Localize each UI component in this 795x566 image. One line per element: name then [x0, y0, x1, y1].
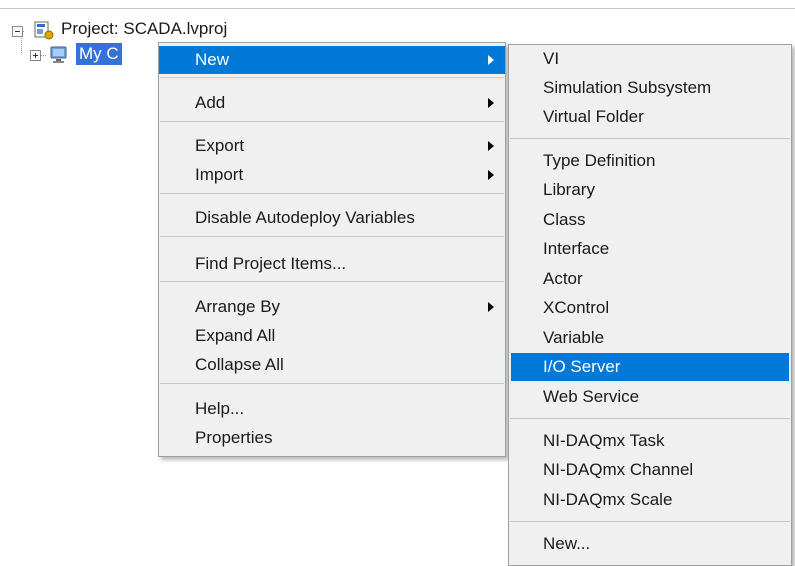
- menu-item-label: I/O Server: [543, 357, 621, 376]
- menu-item-new[interactable]: New: [159, 46, 505, 74]
- window-top-border: [0, 8, 795, 9]
- project-label[interactable]: Project: SCADA.lvproj: [61, 19, 227, 39]
- menu-item-label: Find Project Items...: [195, 254, 347, 273]
- menu-item-label: VI: [543, 49, 560, 68]
- menu-item-label: Web Service: [543, 387, 640, 406]
- menu-item-label: Import: [195, 165, 244, 184]
- submenu-item-type-definition[interactable]: Type Definition: [509, 147, 791, 175]
- submenu-arrow-icon: [488, 98, 494, 108]
- menu-separator: [160, 383, 504, 384]
- menu-item-disable-autodeploy[interactable]: Disable Autodeploy Variables: [159, 204, 505, 232]
- submenu-item-variable[interactable]: Variable: [509, 324, 791, 352]
- submenu-item-daqmx-channel[interactable]: NI-DAQmx Channel: [509, 456, 791, 484]
- menu-item-label: XControl: [543, 298, 610, 317]
- menu-item-label: Actor: [543, 269, 583, 288]
- expand-icon[interactable]: [30, 50, 41, 61]
- menu-item-label: NI-DAQmx Channel: [543, 460, 694, 479]
- project-icon: [34, 21, 54, 40]
- submenu-item-new-dialog[interactable]: New...: [509, 530, 791, 558]
- menu-item-import[interactable]: Import: [159, 161, 505, 189]
- menu-item-label: Collapse All: [195, 355, 284, 374]
- submenu-item-daqmx-scale[interactable]: NI-DAQmx Scale: [509, 486, 791, 514]
- menu-separator: [160, 281, 504, 282]
- submenu-arrow-icon: [488, 55, 494, 65]
- menu-item-label: Arrange By: [195, 297, 281, 316]
- menu-item-label: Export: [195, 136, 245, 155]
- menu-item-properties[interactable]: Properties: [159, 424, 505, 452]
- menu-item-label: Variable: [543, 328, 605, 347]
- menu-item-label: Disable Autodeploy Variables: [195, 208, 415, 227]
- menu-item-label: Simulation Subsystem: [543, 78, 712, 97]
- menu-item-label: Type Definition: [543, 151, 656, 170]
- submenu-arrow-icon: [488, 302, 494, 312]
- submenu-item-virtual-folder[interactable]: Virtual Folder: [509, 103, 791, 131]
- menu-item-label: Properties: [195, 428, 273, 447]
- menu-item-label: Add: [195, 93, 226, 112]
- menu-separator: [160, 121, 504, 122]
- menu-item-label: NI-DAQmx Task: [543, 431, 665, 450]
- menu-item-label: Help...: [195, 399, 245, 418]
- menu-separator: [510, 418, 790, 419]
- submenu-arrow-icon: [488, 141, 494, 151]
- submenu-item-xcontrol[interactable]: XControl: [509, 294, 791, 322]
- menu-item-label: Virtual Folder: [543, 107, 644, 126]
- menu-item-arrange-by[interactable]: Arrange By: [159, 293, 505, 321]
- submenu-item-io-server[interactable]: I/O Server: [511, 353, 789, 381]
- context-menu: New Add Export Import Disable Autodeploy…: [158, 42, 506, 457]
- submenu-item-web-service[interactable]: Web Service: [509, 383, 791, 411]
- menu-item-label: Expand All: [195, 326, 276, 345]
- menu-separator: [510, 138, 790, 139]
- collapse-icon[interactable]: [12, 26, 23, 37]
- my-computer-label[interactable]: My C: [76, 43, 122, 65]
- submenu-item-library[interactable]: Library: [509, 176, 791, 204]
- menu-item-expand-all[interactable]: Expand All: [159, 322, 505, 350]
- submenu-item-class[interactable]: Class: [509, 206, 791, 234]
- submenu-item-vi[interactable]: VI: [509, 45, 791, 73]
- menu-item-label: New: [195, 50, 230, 69]
- submenu-item-daqmx-task[interactable]: NI-DAQmx Task: [509, 427, 791, 455]
- menu-item-collapse-all[interactable]: Collapse All: [159, 351, 505, 379]
- menu-item-label: Interface: [543, 239, 610, 258]
- submenu-item-interface[interactable]: Interface: [509, 235, 791, 263]
- menu-separator: [160, 236, 504, 237]
- menu-item-find-project-items[interactable]: Find Project Items...: [159, 250, 505, 278]
- tree-connector-line: [21, 36, 22, 53]
- computer-icon: [49, 45, 71, 65]
- menu-item-add[interactable]: Add: [159, 89, 505, 117]
- new-submenu: VI Simulation Subsystem Virtual Folder T…: [508, 44, 792, 566]
- menu-separator: [160, 77, 504, 78]
- menu-separator: [160, 193, 504, 194]
- menu-item-export[interactable]: Export: [159, 132, 505, 160]
- submenu-item-actor[interactable]: Actor: [509, 265, 791, 293]
- submenu-item-simulation-subsystem[interactable]: Simulation Subsystem: [509, 74, 791, 102]
- menu-item-label: NI-DAQmx Scale: [543, 490, 673, 509]
- menu-separator: [510, 521, 790, 522]
- menu-item-help[interactable]: Help...: [159, 395, 505, 423]
- menu-item-label: New...: [543, 534, 591, 553]
- menu-item-label: Class: [543, 210, 586, 229]
- submenu-arrow-icon: [488, 170, 494, 180]
- menu-item-label: Library: [543, 180, 595, 199]
